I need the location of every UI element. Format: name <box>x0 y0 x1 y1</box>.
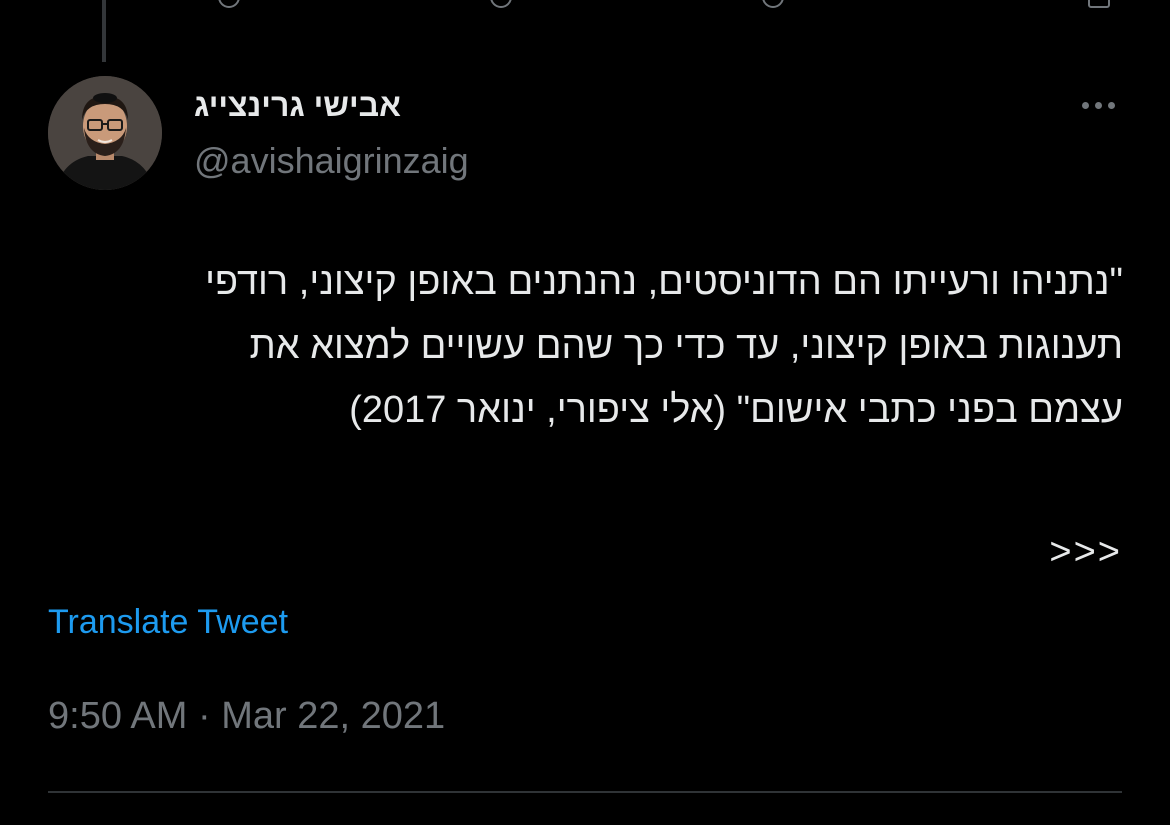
retweet-icon[interactable] <box>490 0 512 8</box>
author-handle[interactable]: @avishaigrinzaig <box>194 138 469 184</box>
tweet-body-text: "נתניהו ורעייתו הם הדוניסטים, נהנתנים בא… <box>205 261 1123 431</box>
more-horizontal-icon <box>1081 101 1089 109</box>
divider <box>48 791 1122 793</box>
more-options-button[interactable] <box>1070 88 1126 122</box>
thread-continuation-marker: >>> <box>1049 531 1122 573</box>
translate-tweet-link[interactable]: Translate Tweet <box>48 600 288 644</box>
like-icon[interactable] <box>762 0 784 8</box>
author-display-name[interactable]: אבישי גרינצייג <box>194 82 444 128</box>
avatar-portrait <box>48 76 162 190</box>
reply-icon[interactable] <box>218 0 240 8</box>
avatar[interactable] <box>48 76 162 190</box>
share-icon[interactable] <box>1088 0 1110 8</box>
tweet-timestamp[interactable]: 9:50 AM · Mar 22, 2021 <box>48 692 445 740</box>
previous-tweet-action-bar <box>0 0 1170 12</box>
